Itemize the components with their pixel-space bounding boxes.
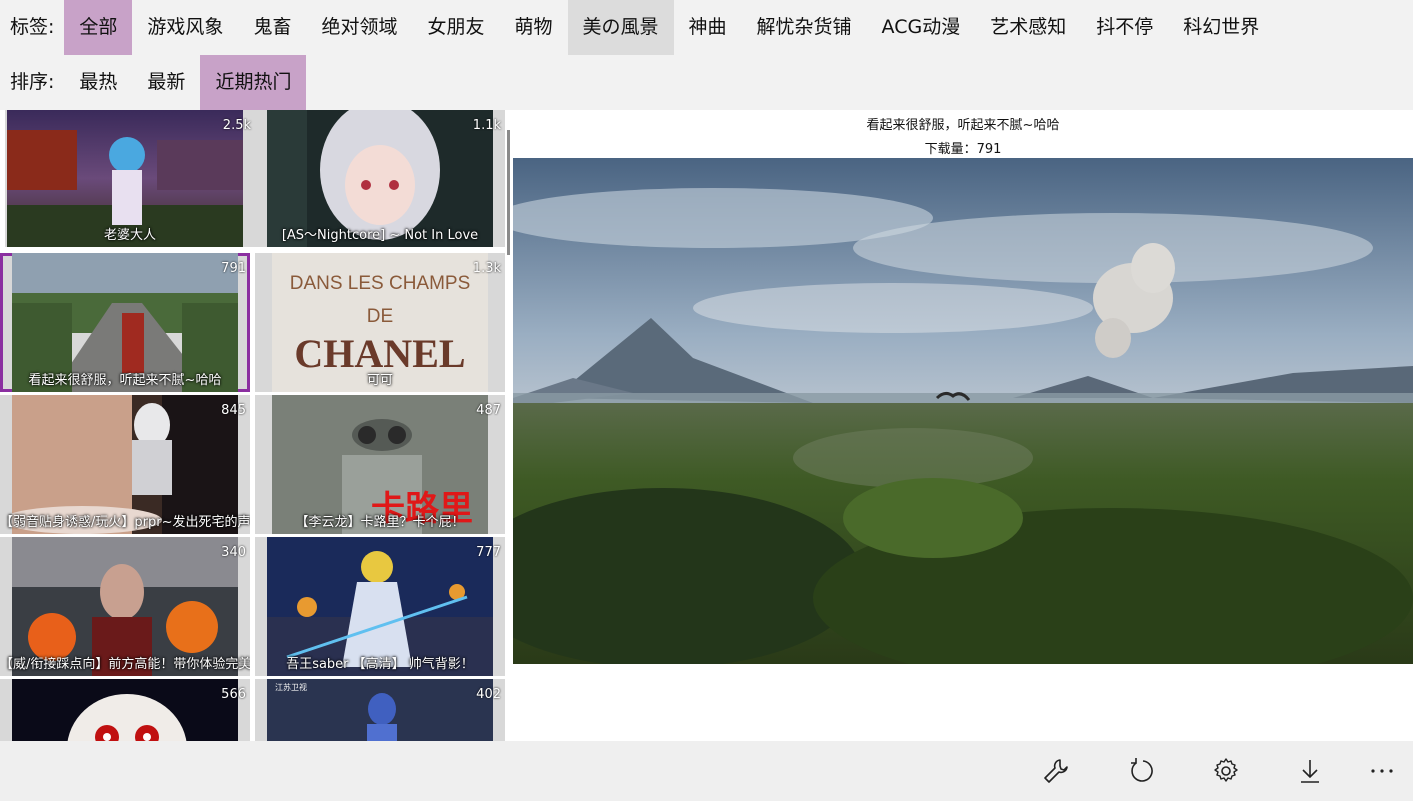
thumbnail-image: 江苏卫视 — [267, 679, 493, 741]
download-count: 777 — [476, 545, 501, 560]
tag-chip-acg[interactable]: ACG动漫 — [867, 0, 976, 55]
wallpaper-preview[interactable] — [513, 158, 1413, 664]
wallpaper-tile[interactable]: 845 【弱音贴身诱惑/玩火】prpr~发出死宅的声音 — [0, 395, 250, 534]
wallpaper-tile[interactable]: 1.1k [AS～Nightcore] ~ Not In Love — [255, 110, 505, 247]
settings-icon[interactable] — [1206, 751, 1246, 791]
tag-chip-girlfriend[interactable]: 女朋友 — [412, 0, 499, 55]
wallpaper-tile[interactable]: 566 — [0, 679, 250, 741]
sort-hottest[interactable]: 最热 — [64, 55, 132, 110]
tag-chip-shake[interactable]: 抖不停 — [1081, 0, 1168, 55]
tag-chip-cute[interactable]: 萌物 — [499, 0, 567, 55]
wallpaper-tile[interactable]: 340 【威/衔接踩点向】前方高能！带你体验完美 — [0, 537, 250, 676]
preview-image — [513, 158, 1413, 664]
download-count: 845 — [221, 403, 246, 418]
detail-download-count: 下载量：791 — [924, 142, 1002, 157]
tag-chip-games[interactable]: 游戏风象 — [132, 0, 238, 55]
tag-filter-bar: 标签: 全部 游戏风象 鬼畜 绝对领域 女朋友 萌物 美の風景 神曲 解忧杂货铺… — [0, 0, 1413, 55]
download-count: 1.1k — [472, 118, 501, 133]
tile-caption: 老婆大人 — [103, 228, 156, 243]
sort-label: 排序: — [10, 71, 55, 93]
wallpaper-tile[interactable]: DANS LES CHAMPS DE CHANEL 1.3k 可可 — [255, 253, 505, 392]
wallpaper-tile-selected[interactable]: 791 看起来很舒服，听起来不腻~哈哈 — [0, 253, 250, 392]
art-text: DANS LES CHAMPS — [290, 273, 471, 294]
tag-chip-kichiku[interactable]: 鬼畜 — [238, 0, 306, 55]
art-text: DE — [367, 306, 393, 327]
download-count: 1.3k — [472, 261, 501, 276]
detail-title: 看起来很舒服，听起来不腻~哈哈 — [866, 118, 1060, 133]
grid-scrollbar[interactable] — [507, 130, 510, 255]
download-count: 2.5k — [222, 118, 251, 133]
tag-chip-scifi[interactable]: 科幻世界 — [1168, 0, 1274, 55]
wallpaper-tile[interactable]: 777 吾王saber 【高清】 帅气背影！ — [255, 537, 505, 676]
tag-chip-zettai-ryouiki[interactable]: 绝对领域 — [306, 0, 412, 55]
download-count: 566 — [221, 687, 246, 702]
download-count: 487 — [476, 403, 501, 418]
wallpaper-grid: 2.5k 老婆大人 1.1k [AS～Nightcore] ~ Not In L… — [0, 110, 512, 741]
command-bar — [0, 741, 1413, 801]
sort-recent-hot[interactable]: 近期热门 — [200, 55, 307, 110]
tile-caption: 可可 — [366, 373, 393, 388]
download-icon[interactable] — [1290, 751, 1330, 791]
download-count: 791 — [221, 261, 246, 276]
tile-caption: 【弱音贴身诱惑/玩火】prpr~发出死宅的声音 — [0, 515, 250, 530]
tile-caption: 【威/衔接踩点向】前方高能！带你体验完美 — [0, 657, 250, 672]
wallpaper-tile[interactable]: 卡路里 487 【李云龙】卡路里？卡个屁！ — [255, 395, 505, 534]
tag-chip-grocery[interactable]: 解忧杂货铺 — [742, 0, 867, 55]
wallpaper-tile[interactable]: 江苏卫视 402 — [255, 679, 505, 741]
tile-caption: 【李云龙】卡路里？卡个屁！ — [295, 515, 465, 530]
tile-caption: 看起来很舒服，听起来不腻~哈哈 — [28, 373, 222, 388]
tag-label: 标签: — [10, 16, 55, 38]
tag-chip-music[interactable]: 神曲 — [674, 0, 742, 55]
wallpaper-tile[interactable]: 2.5k 老婆大人 — [5, 110, 255, 247]
tag-chip-scenery[interactable]: 美の風景 — [567, 0, 674, 55]
refresh-icon[interactable] — [1121, 751, 1161, 791]
sort-newest[interactable]: 最新 — [132, 55, 200, 110]
wrench-icon[interactable] — [1036, 751, 1076, 791]
thumbnail-image — [12, 679, 238, 741]
tag-chip-all[interactable]: 全部 — [64, 0, 133, 55]
tile-caption: 吾王saber 【高清】 帅气背影！ — [286, 657, 474, 672]
download-count: 340 — [221, 545, 246, 560]
sort-bar: 排序: 最热 最新 近期热门 — [0, 55, 1413, 110]
tile-caption: [AS～Nightcore] ~ Not In Love — [281, 228, 479, 243]
more-icon[interactable] — [1362, 751, 1402, 791]
tag-chip-art[interactable]: 艺术感知 — [975, 0, 1081, 55]
download-count: 402 — [476, 687, 501, 702]
art-text: 江苏卫视 — [275, 682, 307, 692]
